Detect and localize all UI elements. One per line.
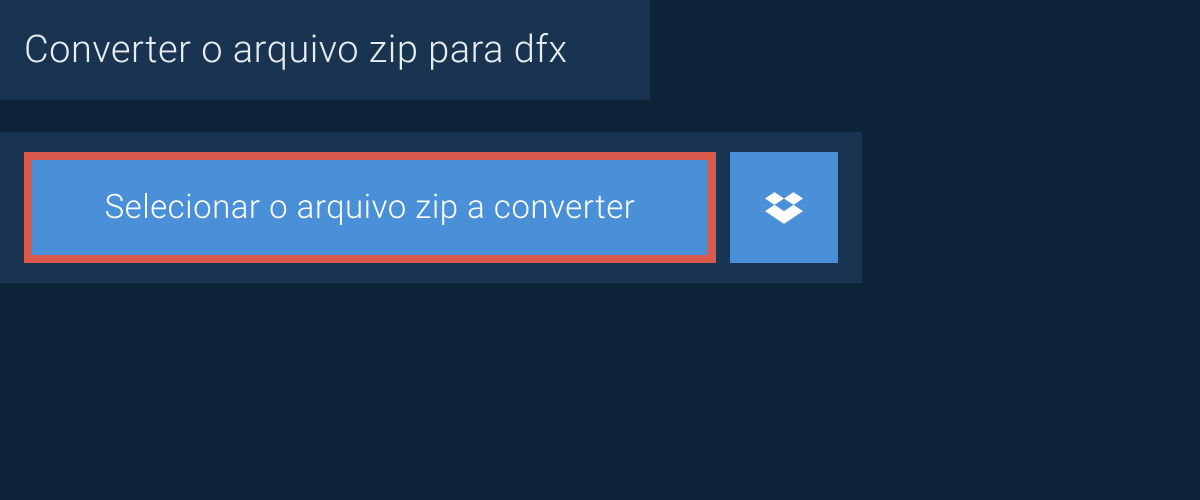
select-file-button[interactable]: Selecionar o arquivo zip a converter [24,152,716,263]
dropbox-button[interactable] [730,152,838,263]
converter-panel: Converter o arquivo zip para dfx Selecio… [0,0,1200,283]
button-row: Selecionar o arquivo zip a converter [24,152,838,263]
page-title: Converter o arquivo zip para dfx [24,28,626,72]
upload-section: Selecionar o arquivo zip a converter [0,132,862,283]
dropbox-icon [765,189,803,227]
title-bar: Converter o arquivo zip para dfx [0,0,650,100]
